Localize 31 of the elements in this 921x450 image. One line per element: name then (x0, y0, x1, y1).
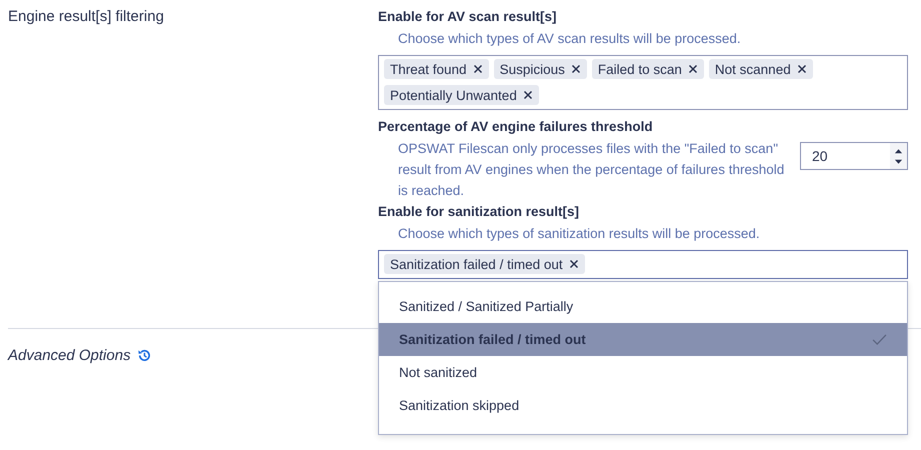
remove-icon[interactable] (688, 64, 698, 74)
remove-icon[interactable] (570, 64, 581, 74)
remove-icon[interactable] (472, 64, 483, 74)
history-icon[interactable] (136, 348, 152, 363)
section-title: Engine result[s] filtering (8, 8, 164, 25)
remove-icon[interactable] (568, 259, 579, 269)
spinner-down-icon[interactable] (894, 158, 903, 164)
section-title: Advanced Options (8, 347, 131, 364)
tag-label: Not scanned (714, 62, 791, 76)
field-description: Choose which types of AV scan results will be processed. (397, 30, 742, 48)
remove-icon[interactable] (522, 90, 533, 100)
field-description: Choose which types of sanitization results will be processed. (397, 225, 761, 243)
dropdown-option[interactable]: Sanitization failed / timed out (379, 323, 907, 356)
tag-label: Sanitization failed / timed out (390, 256, 563, 272)
spinner-up-icon[interactable] (894, 148, 903, 154)
field-label: Enable for AV scan result[s] (378, 8, 558, 26)
dropdown-option[interactable]: Not sanitized (379, 356, 907, 389)
field-label: Enable for sanitization result[s] (378, 203, 580, 221)
remove-icon[interactable] (796, 64, 807, 74)
tag-label: Suspicious (500, 62, 565, 76)
field-label: Percentage of AV engine failures threshold (378, 118, 654, 136)
tag-label: Failed to scan (598, 62, 682, 76)
multi-select-field[interactable]: Threat found Suspicious Failed to scan Not scanned Potentially Unwanted (378, 55, 908, 110)
tag-label: Threat found (390, 62, 467, 76)
field-description: OPSWAT Filescan only processes files with the "Failed to scan" result from AV engines when the percentage of failures threshold is reached. (397, 140, 786, 200)
tag-label: Potentially Unwanted (390, 88, 517, 102)
dropdown-option[interactable]: Sanitized / Sanitized Partially (379, 290, 907, 323)
dropdown-option[interactable]: Sanitization skipped (379, 389, 907, 422)
number-field[interactable]: 20 (800, 142, 908, 170)
check-icon (872, 334, 887, 345)
multi-select-field[interactable]: Sanitization failed / timed out (378, 250, 908, 279)
